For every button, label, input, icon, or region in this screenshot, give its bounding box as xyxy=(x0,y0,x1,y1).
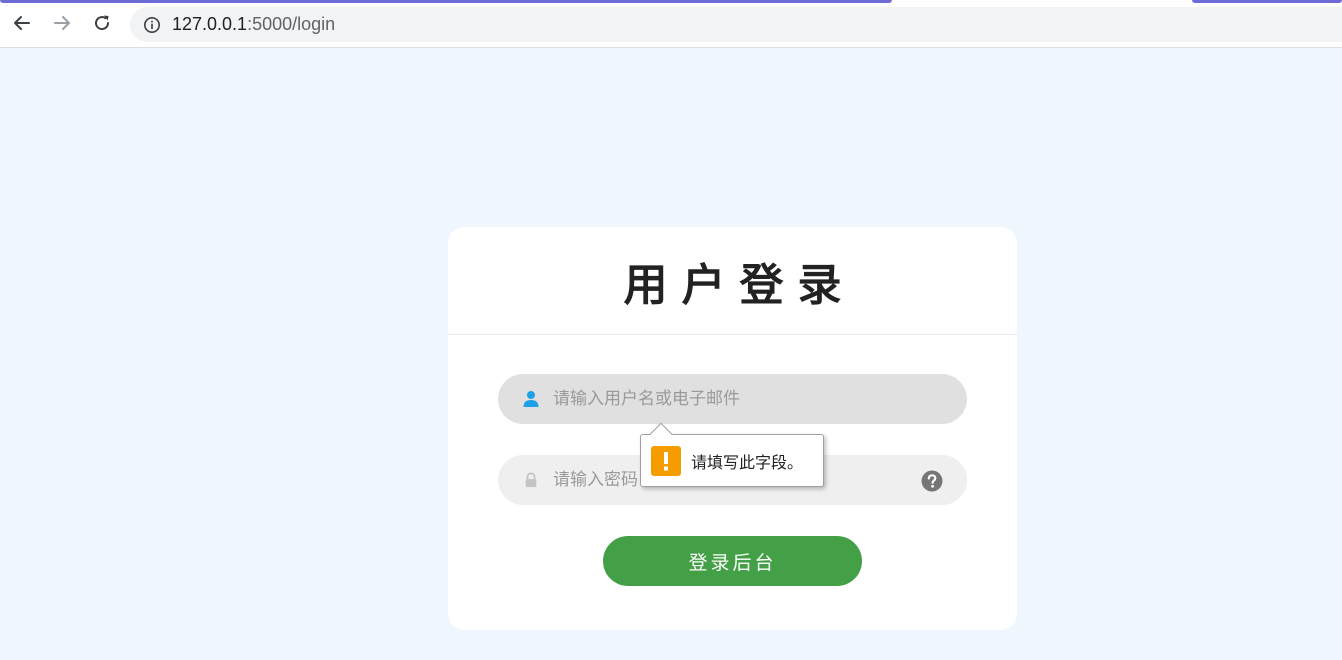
username-input[interactable] xyxy=(553,389,893,409)
username-field[interactable] xyxy=(498,374,967,424)
arrow-right-icon xyxy=(54,16,70,30)
warning-icon xyxy=(651,445,681,476)
validation-message: 请填写此字段。 xyxy=(691,452,804,472)
reload-icon xyxy=(95,15,110,31)
url-text: 127.0.0.1:5000/login xyxy=(172,14,335,35)
info-icon[interactable] xyxy=(142,15,162,35)
lock-icon xyxy=(522,471,540,489)
reload-button[interactable] xyxy=(88,9,116,37)
validation-tooltip: 请填写此字段。 xyxy=(640,422,824,487)
tab-strip-accent xyxy=(1192,0,1342,3)
page-title: 用户登录 xyxy=(448,227,1017,335)
user-icon xyxy=(522,390,540,408)
arrow-left-icon xyxy=(14,16,30,30)
url-host: 127.0.0.1 xyxy=(172,14,248,34)
tab-strip-accent xyxy=(0,0,892,3)
login-card: 用户登录 登录后台 xyxy=(448,227,1017,630)
back-button[interactable] xyxy=(8,9,36,37)
address-bar[interactable]: 127.0.0.1:5000/login xyxy=(130,7,1342,42)
browser-toolbar: 127.0.0.1:5000/login xyxy=(0,0,1342,48)
forward-button[interactable] xyxy=(48,9,76,37)
help-icon[interactable] xyxy=(921,470,943,492)
login-submit-button[interactable]: 登录后台 xyxy=(603,536,862,586)
url-path: :5000/login xyxy=(247,14,336,34)
